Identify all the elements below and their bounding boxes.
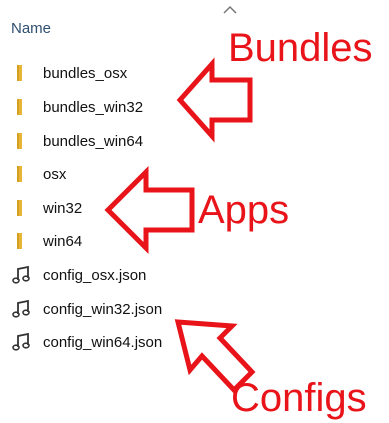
- list-item[interactable]: config_osx.json: [10, 263, 210, 287]
- list-item[interactable]: bundles_win32: [10, 95, 210, 119]
- folder-icon: [17, 233, 22, 249]
- file-name: win32: [43, 199, 83, 217]
- folder-icon: [17, 200, 22, 216]
- list-item[interactable]: win64: [10, 229, 210, 253]
- list-item[interactable]: config_win32.json: [10, 297, 210, 321]
- folder-icon: [17, 166, 22, 182]
- file-name: config_win32.json: [43, 300, 163, 318]
- json-file-icon: [12, 265, 30, 284]
- file-name: config_osx.json: [43, 266, 147, 284]
- list-item[interactable]: bundles_osx: [10, 61, 210, 85]
- folder-icon: [17, 65, 22, 81]
- apps-annotation: Apps: [198, 188, 290, 232]
- configs-annotation: Configs: [231, 376, 367, 420]
- list-item[interactable]: config_win64.json: [10, 330, 210, 354]
- json-file-icon: [12, 332, 30, 351]
- file-name: config_win64.json: [43, 333, 163, 351]
- file-name: bundles_win32: [43, 98, 144, 116]
- folder-icon: [17, 99, 22, 115]
- folder-icon: [17, 133, 22, 149]
- list-item[interactable]: win32: [10, 196, 210, 220]
- list-item[interactable]: osx: [10, 162, 210, 186]
- file-name: win64: [43, 232, 83, 250]
- file-name: bundles_win64: [43, 132, 144, 150]
- file-name: osx: [43, 165, 67, 183]
- file-name: bundles_osx: [43, 64, 128, 82]
- json-file-icon: [12, 299, 30, 318]
- bundles-annotation: Bundles: [228, 26, 373, 70]
- list-item[interactable]: bundles_win64: [10, 129, 210, 153]
